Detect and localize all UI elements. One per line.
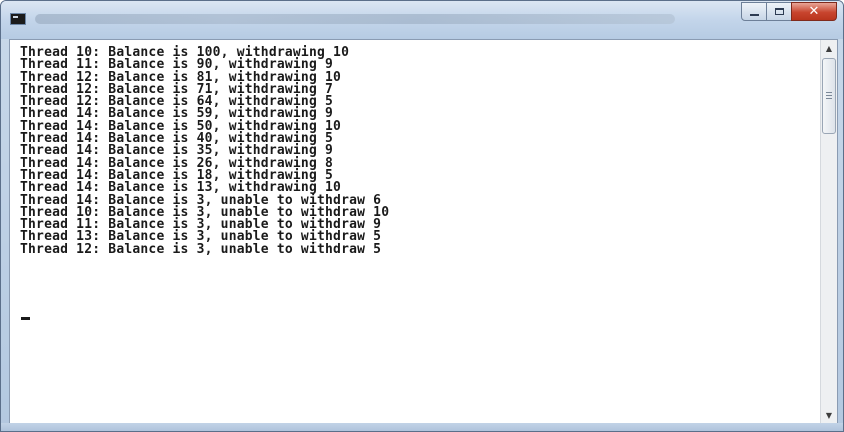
- scroll-up-arrow-icon[interactable]: ▲: [821, 40, 837, 57]
- title-bar[interactable]: ✕: [1, 1, 843, 39]
- text-cursor: [21, 317, 30, 320]
- console-window: ✕ Thread 10: Balance is 100, withdrawing…: [0, 0, 844, 432]
- caption-buttons: ✕: [741, 2, 837, 22]
- maximize-icon: [774, 8, 784, 15]
- thumb-grip-line: [826, 92, 832, 93]
- close-button[interactable]: ✕: [791, 2, 837, 21]
- minimize-button[interactable]: [741, 2, 767, 21]
- close-icon: ✕: [808, 4, 820, 19]
- minimize-icon: [749, 13, 759, 16]
- vertical-scrollbar[interactable]: ▲ ▼: [820, 40, 837, 424]
- maximize-button[interactable]: [766, 2, 792, 21]
- console-line: Thread 12: Balance is 3, unable to withd…: [20, 241, 382, 257]
- window-title: [35, 12, 695, 26]
- scrollbar-thumb[interactable]: [822, 58, 836, 134]
- console-output[interactable]: Thread 10: Balance is 100, withdrawing 1…: [10, 40, 821, 424]
- console-lines: Thread 10: Balance is 100, withdrawing 1…: [20, 46, 389, 257]
- console-client-area: Thread 10: Balance is 100, withdrawing 1…: [9, 39, 838, 425]
- thumb-grip-line: [826, 95, 832, 96]
- console-app-icon[interactable]: [10, 13, 26, 25]
- window-bottom-border: [1, 423, 843, 431]
- thumb-grip-line: [826, 98, 832, 99]
- scroll-down-arrow-icon[interactable]: ▼: [821, 407, 837, 424]
